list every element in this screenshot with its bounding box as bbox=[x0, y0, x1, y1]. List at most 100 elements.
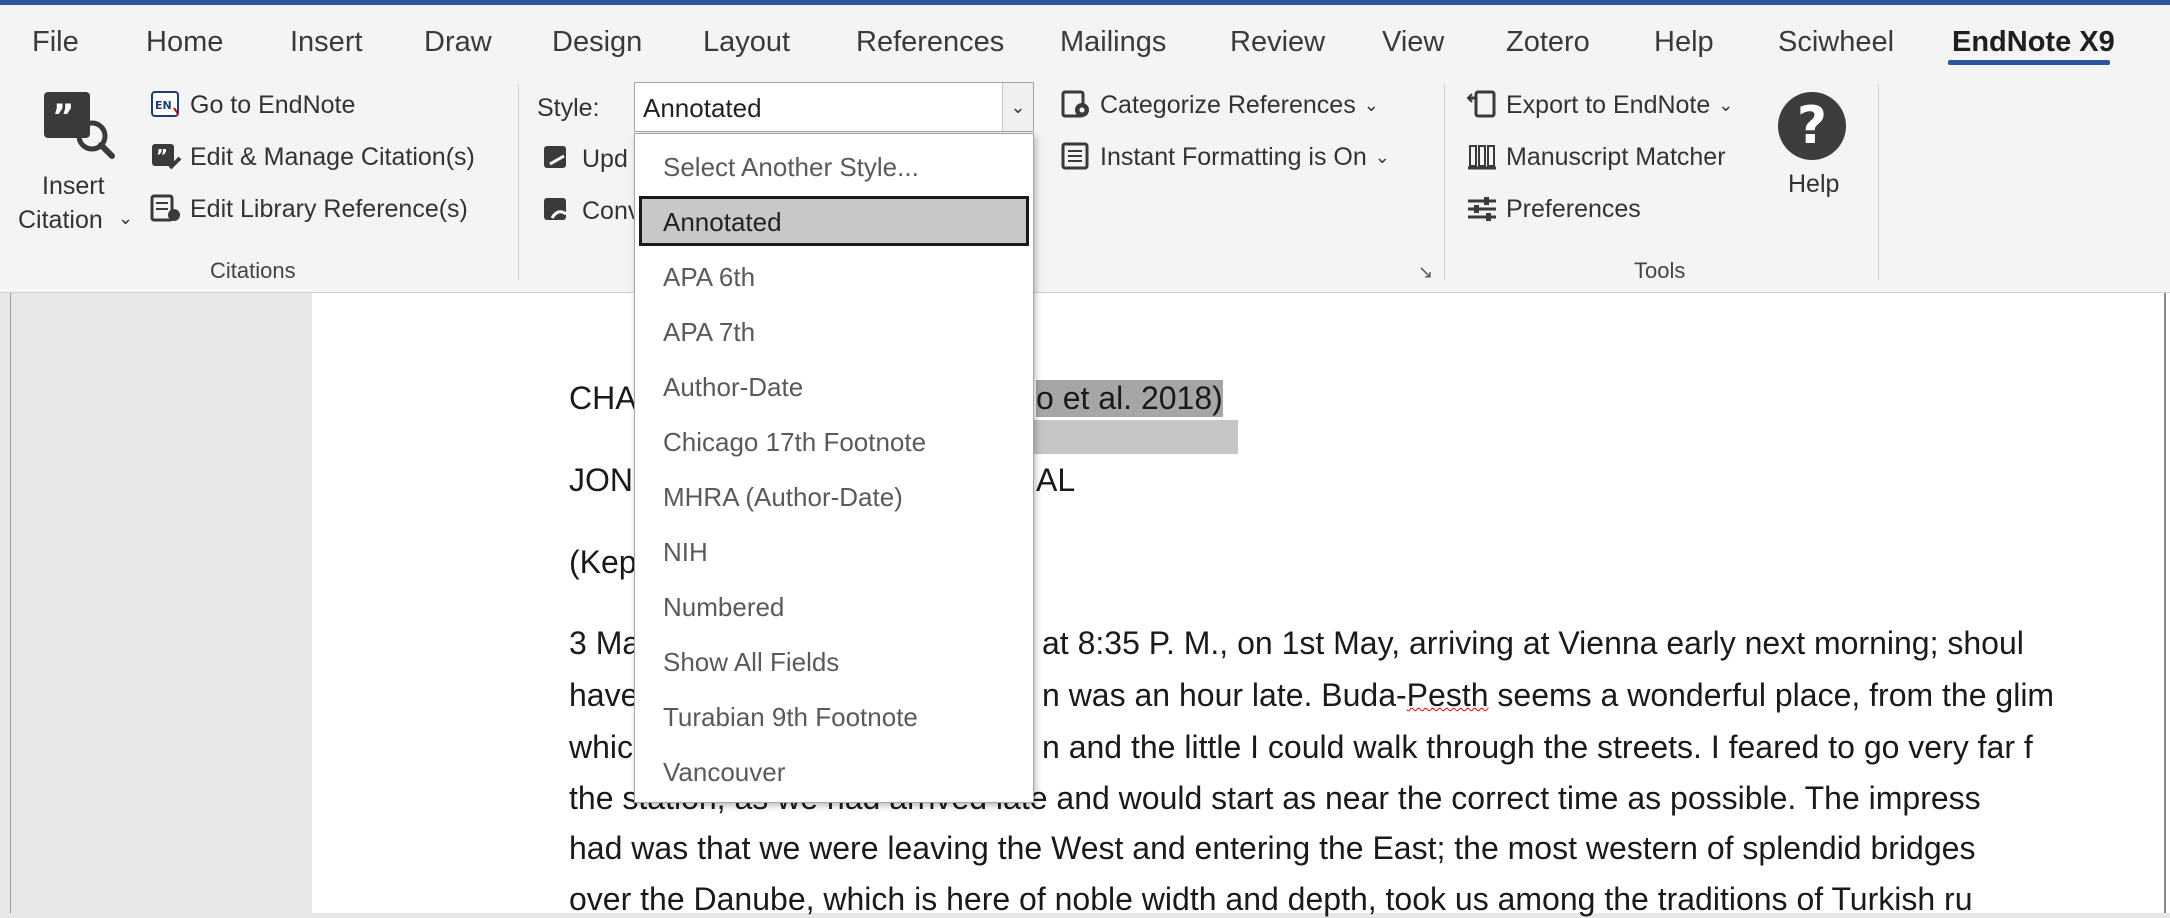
insert-citation-button[interactable]: ” Insert Citation ⌄ bbox=[14, 86, 154, 236]
edit-library-reference-button[interactable]: Edit Library Reference(s) bbox=[150, 194, 468, 224]
doc-para-line3-left[interactable]: whic bbox=[569, 729, 633, 766]
tab-layout[interactable]: Layout bbox=[703, 26, 790, 59]
preferences-label: Preferences bbox=[1506, 194, 1641, 223]
help-button[interactable]: ? Help bbox=[1768, 88, 1858, 208]
svg-text:EN: EN bbox=[155, 99, 172, 112]
ribbon-tabs: File Home Insert Draw Design Layout Refe… bbox=[0, 26, 2170, 66]
ribbon: File Home Insert Draw Design Layout Refe… bbox=[0, 0, 2170, 293]
tab-design[interactable]: Design bbox=[552, 26, 642, 59]
export-icon bbox=[1466, 90, 1498, 120]
go-to-endnote-button[interactable]: EN Go to EndNote bbox=[150, 90, 355, 120]
style-option-show-all-fields[interactable]: Show All Fields bbox=[663, 647, 839, 678]
doc-para-line2-right[interactable]: n was an hour late. Buda-Pesth seems a w… bbox=[1042, 677, 2054, 714]
export-to-endnote-button[interactable]: Export to EndNote ⌄ bbox=[1466, 90, 1733, 120]
style-select[interactable]: Annotated ⌄ bbox=[634, 82, 1034, 132]
tab-draw[interactable]: Draw bbox=[424, 26, 492, 59]
group-divider bbox=[1444, 84, 1445, 280]
edit-manage-citations-button[interactable]: ” Edit & Manage Citation(s) bbox=[150, 142, 475, 172]
tab-review[interactable]: Review bbox=[1230, 26, 1325, 59]
doc-para-line1-left[interactable]: 3 Ma bbox=[569, 625, 640, 662]
citation-highlight bbox=[1000, 420, 1238, 454]
style-option-mhra[interactable]: MHRA (Author-Date) bbox=[663, 482, 903, 513]
window-left-edge bbox=[10, 293, 11, 913]
instant-formatting-label: Instant Formatting is On bbox=[1100, 142, 1367, 171]
doc-note-left[interactable]: (Kep bbox=[569, 544, 637, 581]
style-option-select-another[interactable]: Select Another Style... bbox=[663, 152, 919, 183]
help-icon: ? bbox=[1778, 92, 1846, 160]
doc-para-line3-right[interactable]: n and the little I could walk through th… bbox=[1042, 729, 2033, 766]
edit-library-icon bbox=[150, 194, 182, 224]
spelling-error-text[interactable]: Pesth bbox=[1407, 677, 1489, 713]
style-option-chicago-17th[interactable]: Chicago 17th Footnote bbox=[663, 427, 926, 458]
tab-mailings[interactable]: Mailings bbox=[1060, 26, 1166, 59]
style-dropdown-list[interactable]: Select Another Style... Annotated APA 6t… bbox=[634, 133, 1034, 803]
style-option-apa-6th[interactable]: APA 6th bbox=[663, 262, 755, 293]
preferences-button[interactable]: Preferences bbox=[1466, 194, 1641, 224]
svg-text:”: ” bbox=[156, 146, 168, 167]
tab-file[interactable]: File bbox=[32, 26, 79, 59]
svg-text:”: ” bbox=[52, 97, 74, 137]
convert-citations-label: Conv bbox=[582, 196, 641, 225]
chevron-down-icon: ⌄ bbox=[1718, 94, 1734, 115]
window-right-edge bbox=[2164, 293, 2166, 913]
chevron-down-icon: ⌄ bbox=[1363, 94, 1379, 115]
doc-para-line6[interactable]: over the Danube, which is here of noble … bbox=[569, 881, 1973, 918]
tab-zotero[interactable]: Zotero bbox=[1506, 26, 1590, 59]
doc-para-line1-right[interactable]: at 8:35 P. M., on 1st May, arriving at V… bbox=[1042, 625, 2024, 662]
convert-citations-button[interactable]: Conv bbox=[542, 196, 640, 226]
style-option-vancouver[interactable]: Vancouver bbox=[663, 757, 785, 788]
update-citations-button[interactable]: Upd bbox=[542, 144, 628, 174]
style-option-numbered[interactable]: Numbered bbox=[663, 592, 784, 623]
tab-home[interactable]: Home bbox=[146, 26, 223, 59]
style-option-annotated[interactable]: Annotated bbox=[663, 207, 782, 238]
tab-insert[interactable]: Insert bbox=[290, 26, 363, 59]
style-option-author-date[interactable]: Author-Date bbox=[663, 372, 803, 403]
citations-group-label: Citations bbox=[210, 258, 296, 283]
style-option-turabian-9th[interactable]: Turabian 9th Footnote bbox=[663, 702, 918, 733]
edit-manage-citations-label: Edit & Manage Citation(s) bbox=[190, 142, 475, 171]
style-label: Style: bbox=[537, 94, 600, 122]
tools-group-label: Tools bbox=[1634, 258, 1686, 283]
group-divider bbox=[518, 84, 519, 280]
chevron-down-icon: ⌄ bbox=[118, 208, 134, 228]
style-option-nih[interactable]: NIH bbox=[663, 537, 708, 568]
group-divider bbox=[1878, 84, 1879, 280]
manuscript-matcher-icon bbox=[1466, 142, 1498, 172]
doc-para-line2-left[interactable]: have bbox=[569, 677, 638, 714]
instant-formatting-icon bbox=[1060, 142, 1092, 172]
chevron-down-icon[interactable]: ⌄ bbox=[1002, 83, 1033, 131]
categorize-icon bbox=[1060, 90, 1092, 120]
categorize-references-label: Categorize References bbox=[1100, 90, 1356, 119]
tab-sciwheel[interactable]: Sciwheel bbox=[1778, 26, 1894, 59]
manuscript-matcher-label: Manuscript Matcher bbox=[1506, 142, 1726, 171]
manuscript-matcher-button[interactable]: Manuscript Matcher bbox=[1466, 142, 1726, 172]
insert-citation-icon: ” bbox=[40, 90, 120, 162]
export-to-endnote-label: Export to EndNote bbox=[1506, 90, 1711, 119]
doc-text: seems a wonderful place, from the glim bbox=[1488, 677, 2055, 713]
doc-author-left[interactable]: JON bbox=[569, 462, 633, 499]
convert-citations-icon bbox=[542, 196, 574, 226]
style-option-apa-7th[interactable]: APA 7th bbox=[663, 317, 755, 348]
tab-view[interactable]: View bbox=[1382, 26, 1444, 59]
edit-library-reference-label: Edit Library Reference(s) bbox=[190, 194, 468, 223]
edit-citation-icon: ” bbox=[150, 142, 182, 172]
update-citations-label: Upd bbox=[582, 144, 628, 173]
title-accent-bar bbox=[0, 0, 2170, 5]
doc-citation-field[interactable]: o et al. 2018) bbox=[1036, 380, 1223, 417]
tab-help[interactable]: Help bbox=[1654, 26, 1714, 59]
doc-author-right[interactable]: AL bbox=[1036, 462, 1075, 499]
tab-endnote-x9[interactable]: EndNote X9 bbox=[1952, 26, 2115, 59]
dialog-launcher-icon[interactable]: ↘ bbox=[1418, 262, 1433, 283]
instant-formatting-button[interactable]: Instant Formatting is On ⌄ bbox=[1060, 142, 1390, 172]
endnote-logo-icon: EN bbox=[150, 90, 182, 120]
go-to-endnote-label: Go to EndNote bbox=[190, 90, 356, 119]
doc-heading-left[interactable]: CHA bbox=[569, 380, 637, 417]
style-select-value: Annotated bbox=[643, 93, 762, 123]
tab-references[interactable]: References bbox=[856, 26, 1004, 59]
doc-para-line5[interactable]: had was that we were leaving the West an… bbox=[569, 830, 1975, 867]
help-label: Help bbox=[1788, 170, 1840, 198]
categorize-references-button[interactable]: Categorize References ⌄ bbox=[1060, 90, 1379, 120]
update-citations-icon bbox=[542, 144, 574, 174]
active-tab-indicator bbox=[1948, 60, 2110, 65]
sliders-icon bbox=[1466, 194, 1498, 224]
